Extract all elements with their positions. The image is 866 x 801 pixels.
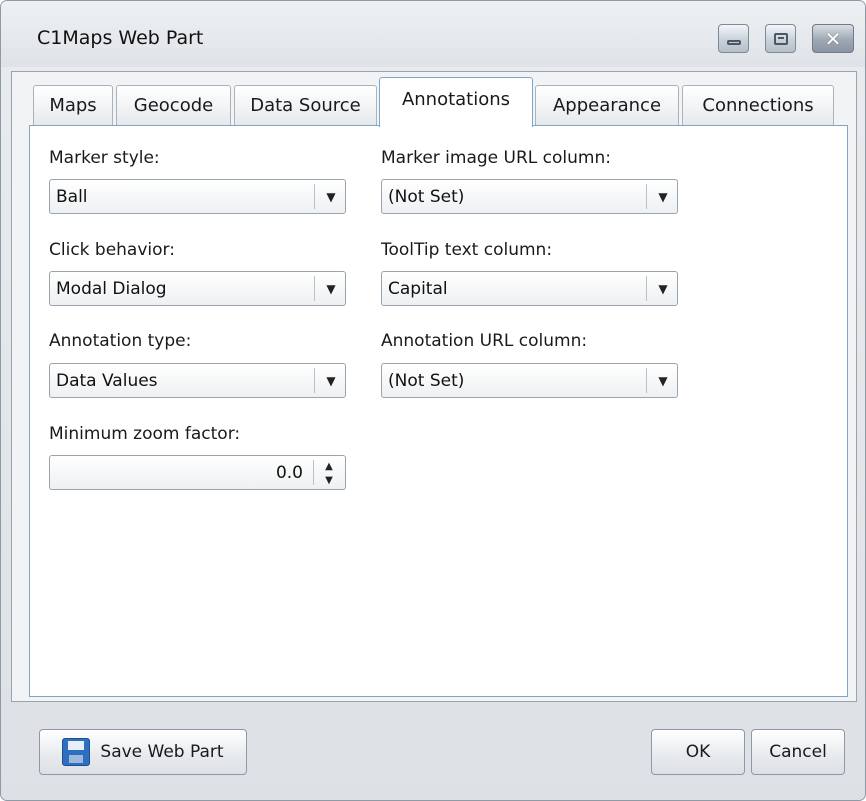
maximize-icon — [773, 32, 788, 45]
tab-label: Appearance — [552, 95, 662, 116]
chevron-down-icon[interactable]: ▼ — [648, 272, 678, 305]
tab-label: Geocode — [133, 95, 214, 116]
annotation-url-column-select[interactable]: (Not Set) ▼ — [381, 363, 678, 398]
tab-maps[interactable]: Maps — [33, 85, 113, 125]
tab-label: Annotations — [401, 89, 511, 110]
minimize-icon — [726, 40, 741, 45]
click-behavior-select[interactable]: Modal Dialog ▼ — [49, 271, 346, 306]
dropdown-separator — [646, 368, 647, 393]
dropdown-separator — [314, 368, 315, 393]
annotation-type-value: Data Values — [56, 371, 158, 391]
marker-style-label: Marker style: — [49, 148, 160, 168]
spin-up-icon[interactable]: ▲ — [319, 459, 339, 473]
annotation-url-column-label: Annotation URL column: — [381, 331, 588, 351]
chevron-down-icon[interactable]: ▼ — [648, 364, 678, 397]
cancel-button[interactable]: Cancel — [751, 729, 845, 775]
chevron-down-icon[interactable]: ▼ — [316, 180, 346, 213]
tooltip-text-column-value: Capital — [388, 279, 448, 299]
window-title: C1Maps Web Part — [37, 27, 204, 49]
annotation-type-label: Annotation type: — [49, 331, 192, 351]
tab-label: Connections — [702, 95, 814, 116]
click-behavior-value: Modal Dialog — [56, 279, 167, 299]
dropdown-separator — [646, 184, 647, 209]
tab-appearance[interactable]: Appearance — [535, 85, 679, 125]
minimum-zoom-factor-value: 0.0 — [275, 463, 303, 483]
marker-image-url-column-value: (Not Set) — [388, 187, 465, 207]
chevron-down-icon[interactable]: ▼ — [316, 364, 346, 397]
tab-connections[interactable]: Connections — [682, 85, 834, 125]
floppy-disk-icon — [62, 738, 91, 766]
tab-label: Maps — [49, 95, 97, 116]
dropdown-separator — [314, 184, 315, 209]
annotations-tab-page: Marker style: Ball ▼ Marker image URL co… — [29, 125, 848, 697]
ok-button[interactable]: OK — [651, 729, 745, 775]
minimize-button[interactable] — [718, 24, 749, 53]
tab-annotations[interactable]: Annotations — [379, 77, 533, 127]
dialog-window: C1Maps Web Part ✕ Maps Geocode Data Sour… — [0, 0, 866, 801]
cancel-label: Cancel — [769, 742, 827, 762]
save-web-part-label: Save Web Part — [100, 742, 224, 762]
annotation-type-select[interactable]: Data Values ▼ — [49, 363, 346, 398]
marker-image-url-column-label: Marker image URL column: — [381, 148, 611, 168]
click-behavior-label: Click behavior: — [49, 240, 175, 260]
spinner-separator — [313, 460, 314, 485]
spin-down-icon[interactable]: ▼ — [319, 473, 339, 487]
close-button[interactable]: ✕ — [812, 24, 854, 53]
marker-image-url-column-select[interactable]: (Not Set) ▼ — [381, 179, 678, 214]
marker-style-value: Ball — [56, 187, 88, 207]
minimum-zoom-factor-label: Minimum zoom factor: — [49, 424, 241, 444]
dropdown-separator — [314, 276, 315, 301]
tab-label: Data Source — [250, 95, 361, 116]
close-icon: ✕ — [824, 26, 842, 51]
marker-style-select[interactable]: Ball ▼ — [49, 179, 346, 214]
maximize-button[interactable] — [765, 24, 796, 53]
tooltip-text-column-select[interactable]: Capital ▼ — [381, 271, 678, 306]
ok-label: OK — [685, 742, 711, 762]
tab-data-source[interactable]: Data Source — [234, 85, 377, 125]
minimum-zoom-factor-spinner[interactable]: 0.0 ▲ ▼ — [49, 455, 346, 490]
chevron-down-icon[interactable]: ▼ — [648, 180, 678, 213]
dropdown-separator — [646, 276, 647, 301]
title-bar[interactable]: C1Maps Web Part ✕ — [1, 1, 865, 67]
tooltip-text-column-label: ToolTip text column: — [381, 240, 553, 260]
annotation-url-column-value: (Not Set) — [388, 371, 465, 391]
tab-geocode[interactable]: Geocode — [116, 85, 231, 125]
save-web-part-button[interactable]: Save Web Part — [39, 729, 247, 775]
chevron-down-icon[interactable]: ▼ — [316, 272, 346, 305]
